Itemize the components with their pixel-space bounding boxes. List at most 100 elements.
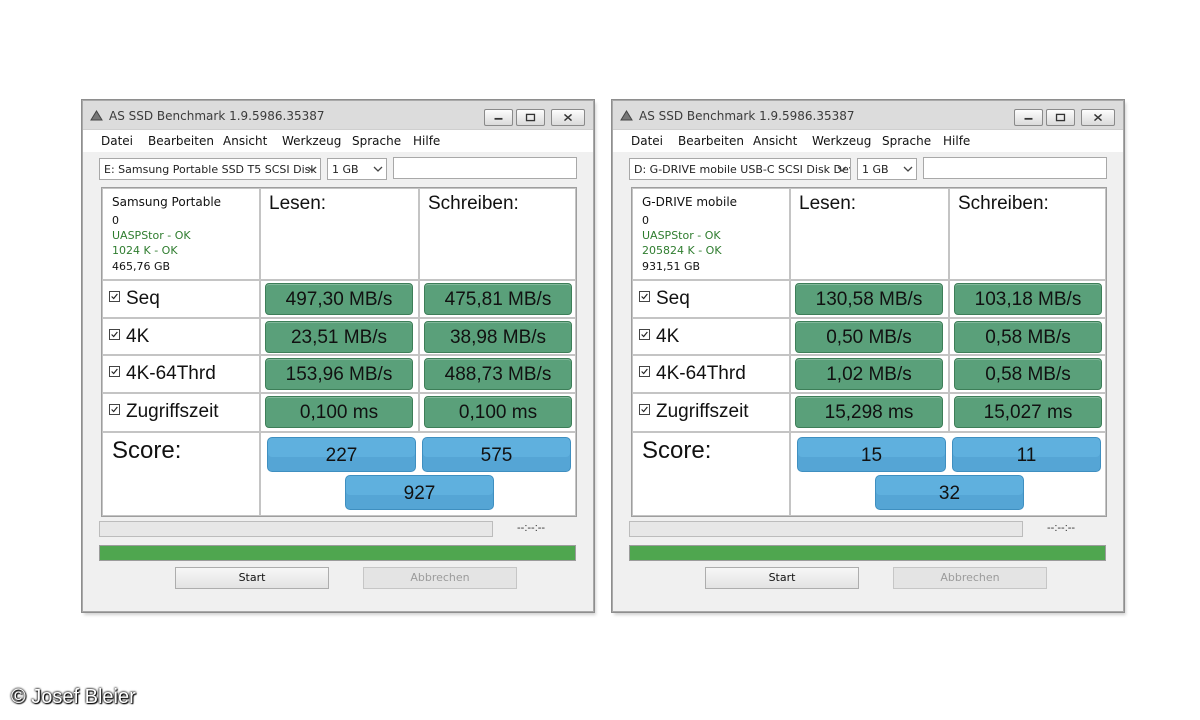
row-label-cell: Zugriffszeit [632, 393, 790, 432]
menu-hilfe[interactable]: Hilfe [413, 134, 440, 148]
start-button[interactable]: Start [175, 567, 329, 589]
read-value: 0,100 ms [265, 396, 413, 428]
minimize-icon [494, 117, 503, 120]
menu-datei[interactable]: Datei [101, 134, 133, 148]
score-label-cell: Score: [632, 432, 790, 516]
drive-info-line: 0 [112, 214, 119, 227]
score-read: 15 [797, 437, 946, 472]
drive-select[interactable]: E: Samsung Portable SSD T5 SCSI Disk D [99, 158, 321, 180]
write-result-cell: 38,98 MB/s [419, 318, 576, 355]
menu-hilfe[interactable]: Hilfe [943, 134, 970, 148]
row-label-text: Seq [656, 288, 690, 309]
size-select-value: 1 GB [332, 163, 359, 176]
row-label-cell: 4K [632, 318, 790, 355]
row-label-text: 4K [656, 326, 680, 347]
drive-info-panel: G-DRIVE mobile 0 UASPStor - OK 205824 K … [632, 188, 790, 280]
text-input[interactable] [923, 157, 1107, 179]
read-column-header: Lesen: [260, 188, 419, 280]
drive-select-value: D: G-DRIVE mobile USB-C SCSI Disk Dev [634, 163, 851, 176]
checkbox-checked-icon[interactable] [109, 366, 120, 378]
start-button[interactable]: Start [705, 567, 859, 589]
read-result-cell: 497,30 MB/s [260, 280, 419, 318]
photo-credit: © Josef Bleier [11, 686, 136, 708]
checkbox-checked-icon[interactable] [109, 329, 120, 341]
menu-bearbeiten[interactable]: Bearbeiten [148, 134, 214, 148]
title-bar[interactable]: AS SSD Benchmark 1.9.5986.35387 [83, 101, 593, 130]
menu-sprache[interactable]: Sprache [882, 134, 931, 148]
total-progress-fill [630, 546, 1105, 560]
menu-ansicht[interactable]: Ansicht [223, 134, 267, 148]
score-write: 575 [422, 437, 571, 472]
row-label-cell: Seq [632, 280, 790, 318]
write-value: 15,027 ms [954, 396, 1102, 428]
menu-bearbeiten[interactable]: Bearbeiten [678, 134, 744, 148]
row-label[interactable]: 4K-64Thrd [639, 363, 746, 385]
row-label-cell: 4K-64Thrd [632, 355, 790, 393]
read-value: 497,30 MB/s [265, 283, 413, 315]
checkbox-checked-icon[interactable] [109, 291, 120, 303]
text-input[interactable] [393, 157, 577, 179]
size-select-value: 1 GB [862, 163, 889, 176]
maximize-button[interactable] [1046, 109, 1075, 126]
close-button[interactable] [551, 109, 585, 126]
menu-sprache[interactable]: Sprache [352, 134, 401, 148]
benchmark-window-1: AS SSD Benchmark 1.9.5986.35387 Datei Be… [82, 100, 594, 612]
benchmark-window-2: AS SSD Benchmark 1.9.5986.35387 Datei Be… [612, 100, 1124, 612]
row-label[interactable]: Seq [639, 288, 690, 310]
write-result-cell: 0,100 ms [419, 393, 576, 432]
row-label-cell: Seq [102, 280, 260, 318]
write-header: Schreiben: [428, 193, 519, 214]
abort-button[interactable]: Abbrechen [893, 567, 1047, 589]
chevron-down-icon [307, 166, 317, 172]
toolbar: D: G-DRIVE mobile USB-C SCSI Disk Dev 1 … [613, 153, 1123, 183]
read-value: 23,51 MB/s [265, 321, 413, 353]
score-label-cell: Score: [102, 432, 260, 516]
restore-icon [1055, 113, 1066, 122]
row-label[interactable]: 4K [639, 326, 679, 348]
checkbox-checked-icon[interactable] [109, 404, 120, 416]
abort-button[interactable]: Abbrechen [363, 567, 517, 589]
size-select[interactable]: 1 GB [327, 158, 387, 180]
driver-status: UASPStor - OK [642, 229, 721, 242]
app-icon [90, 110, 103, 121]
menu-werkzeug[interactable]: Werkzeug [812, 134, 871, 148]
row-label[interactable]: 4K [109, 326, 149, 348]
drive-select[interactable]: D: G-DRIVE mobile USB-C SCSI Disk Dev [629, 158, 851, 180]
checkbox-checked-icon[interactable] [639, 329, 650, 341]
row-label-text: Zugriffszeit [656, 401, 749, 422]
menu-ansicht[interactable]: Ansicht [753, 134, 797, 148]
checkbox-checked-icon[interactable] [639, 291, 650, 303]
minimize-button[interactable] [1014, 109, 1043, 126]
read-result-cell: 153,96 MB/s [260, 355, 419, 393]
write-column-header: Schreiben: [949, 188, 1106, 280]
menu-werkzeug[interactable]: Werkzeug [282, 134, 341, 148]
chevron-down-icon [837, 166, 847, 172]
row-label[interactable]: Zugriffszeit [639, 401, 749, 423]
size-select[interactable]: 1 GB [857, 158, 917, 180]
row-label[interactable]: Zugriffszeit [109, 401, 219, 423]
row-label-text: 4K [126, 326, 150, 347]
read-header: Lesen: [799, 193, 857, 214]
drive-capacity: 931,51 GB [642, 260, 701, 273]
maximize-button[interactable] [516, 109, 545, 126]
row-label-text: 4K-64Thrd [126, 363, 216, 384]
close-icon [1094, 113, 1102, 122]
read-result-cell: 23,51 MB/s [260, 318, 419, 355]
row-label[interactable]: 4K-64Thrd [109, 363, 216, 385]
write-result-cell: 475,81 MB/s [419, 280, 576, 318]
close-button[interactable] [1081, 109, 1115, 126]
score-read: 227 [267, 437, 416, 472]
chevron-down-icon [903, 166, 913, 172]
checkbox-checked-icon[interactable] [639, 404, 650, 416]
read-result-cell: 130,58 MB/s [790, 280, 949, 318]
minimize-button[interactable] [484, 109, 513, 126]
title-bar[interactable]: AS SSD Benchmark 1.9.5986.35387 [613, 101, 1123, 130]
row-label[interactable]: Seq [109, 288, 160, 310]
write-header: Schreiben: [958, 193, 1049, 214]
drive-info-line: 0 [642, 214, 649, 227]
menu-datei[interactable]: Datei [631, 134, 663, 148]
read-header: Lesen: [269, 193, 327, 214]
checkbox-checked-icon[interactable] [639, 366, 650, 378]
drive-name: Samsung Portable [112, 195, 222, 209]
write-column-header: Schreiben: [419, 188, 576, 280]
